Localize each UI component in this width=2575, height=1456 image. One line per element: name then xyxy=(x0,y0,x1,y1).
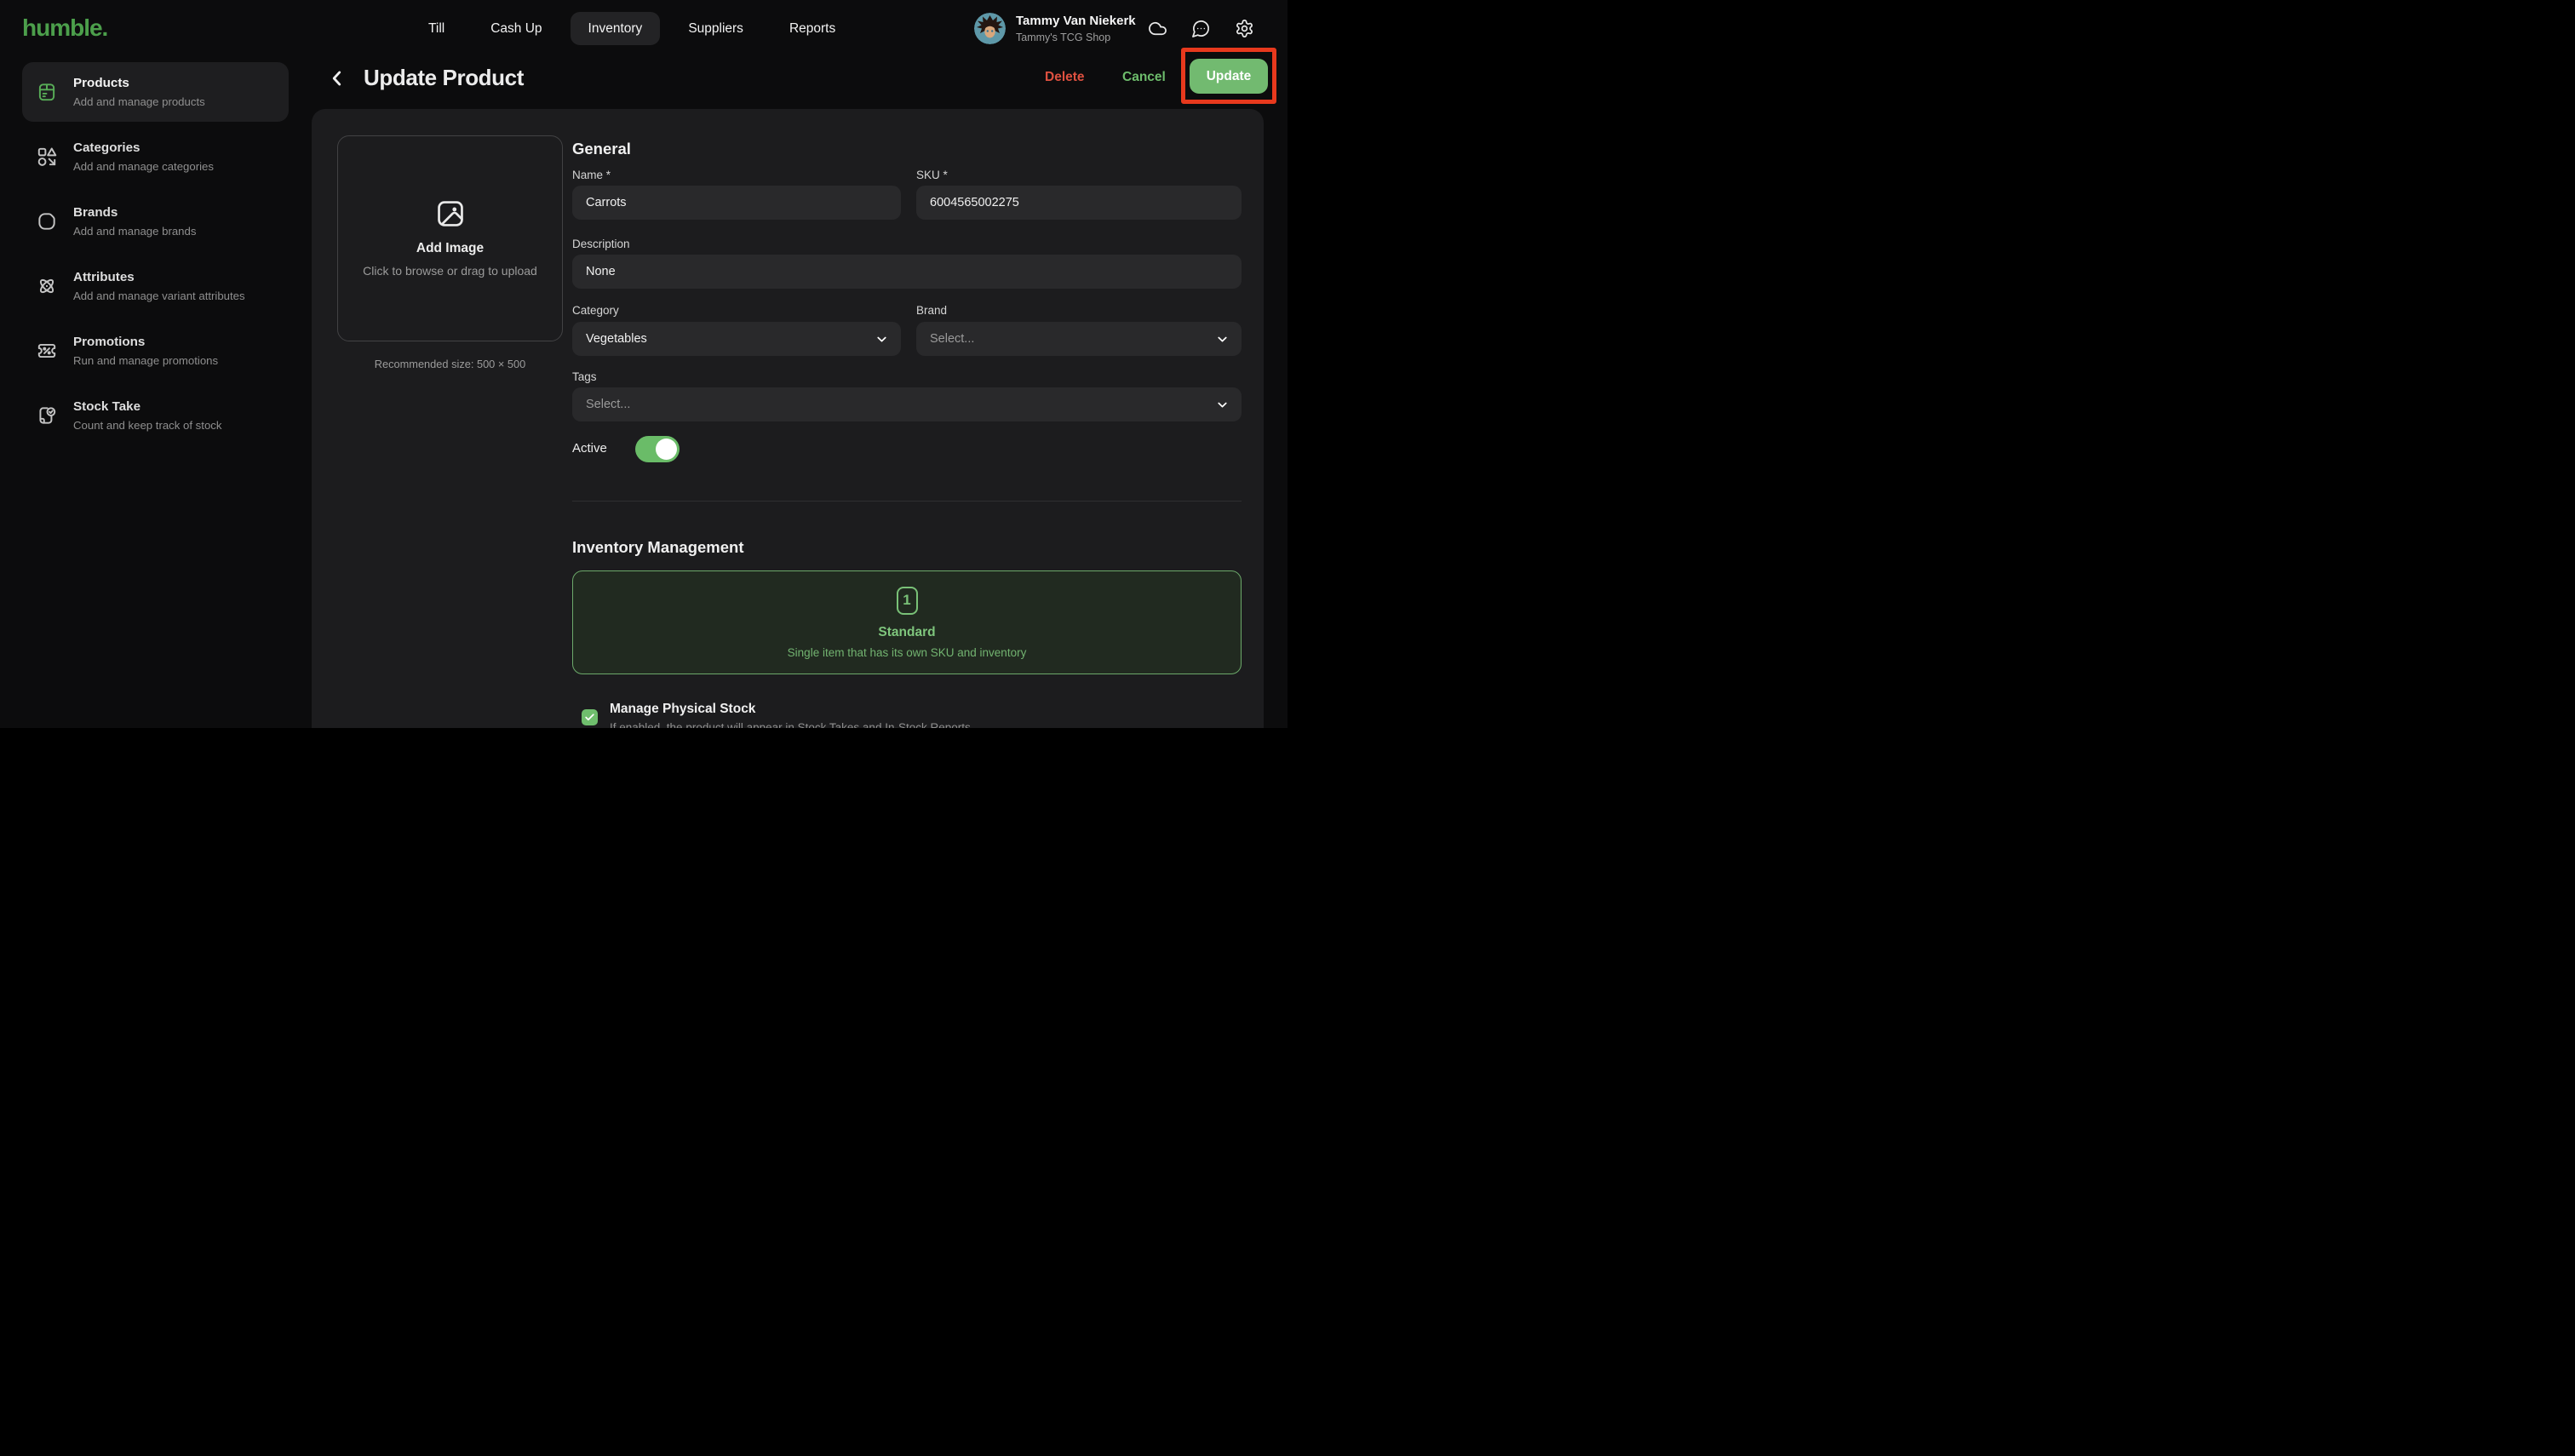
sku-input[interactable] xyxy=(916,186,1242,220)
sidebar-item-subtitle: Add and manage variant attributes xyxy=(73,289,245,303)
sidebar-item-categories[interactable]: Categories Add and manage categories xyxy=(22,127,289,186)
sku-label: SKU * xyxy=(916,169,948,181)
account-text: Tammy Van Niekerk Tammy's TCG Shop xyxy=(1016,14,1136,44)
page-title: Update Product xyxy=(364,65,524,91)
ticket-percent-icon xyxy=(36,340,58,362)
package-icon xyxy=(36,81,58,103)
section-divider xyxy=(572,501,1242,502)
image-upload-dropzone[interactable]: Add Image Click to browse or drag to upl… xyxy=(337,135,563,341)
category-label: Category xyxy=(572,304,619,317)
cloud-sync-icon[interactable] xyxy=(1148,19,1167,38)
account-name: Tammy Van Niekerk xyxy=(1016,14,1136,29)
active-label: Active xyxy=(572,441,607,456)
shapes-icon xyxy=(36,146,58,168)
sidebar-item-brands[interactable]: Brands Add and manage brands xyxy=(22,192,289,251)
nav-inventory[interactable]: Inventory xyxy=(571,12,661,45)
manage-stock-label: Manage Physical Stock xyxy=(610,702,755,717)
nav-till[interactable]: Till xyxy=(410,12,462,45)
name-input[interactable] xyxy=(572,186,901,220)
name-label: Name * xyxy=(572,169,611,181)
tags-select[interactable]: Select... xyxy=(572,387,1242,421)
sidebar-item-subtitle: Run and manage promotions xyxy=(73,353,218,368)
section-heading-inventory: Inventory Management xyxy=(572,538,744,557)
top-nav: Till Cash Up Inventory Suppliers Reports xyxy=(410,12,853,45)
sidebar-item-subtitle: Add and manage categories xyxy=(73,159,214,174)
delete-button[interactable]: Delete xyxy=(1045,70,1085,85)
chevron-down-icon xyxy=(1215,332,1230,347)
upload-size-hint: Recommended size: 500 × 500 xyxy=(337,358,563,370)
back-button[interactable] xyxy=(326,67,348,89)
nav-reports[interactable]: Reports xyxy=(771,12,853,45)
avatar xyxy=(974,13,1006,44)
app-window: humble. Till Cash Up Inventory Suppliers… xyxy=(0,0,1288,728)
update-button[interactable]: Update xyxy=(1190,59,1268,94)
section-heading-general: General xyxy=(572,140,631,158)
description-label: Description xyxy=(572,238,630,250)
settings-gear-icon[interactable] xyxy=(1235,19,1254,38)
sidebar-item-title: Promotions xyxy=(73,334,218,350)
humble-logo[interactable]: humble. xyxy=(22,14,107,42)
account-store: Tammy's TCG Shop xyxy=(1016,31,1136,44)
sidebar: Products Add and manage products Categor… xyxy=(0,58,312,728)
description-input[interactable] xyxy=(572,255,1242,289)
manage-stock-description: If enabled, the product will appear in S… xyxy=(610,721,971,728)
top-icon-group xyxy=(1148,19,1254,38)
badge-icon xyxy=(36,210,58,232)
brand-placeholder: Select... xyxy=(930,332,1215,346)
tags-placeholder: Select... xyxy=(586,398,1215,411)
sidebar-item-title: Attributes xyxy=(73,269,245,285)
brand-select[interactable]: Select... xyxy=(916,322,1242,356)
cancel-button[interactable]: Cancel xyxy=(1122,70,1166,85)
sidebar-item-title: Brands xyxy=(73,204,196,221)
chat-icon[interactable] xyxy=(1191,19,1211,38)
nav-cash-up[interactable]: Cash Up xyxy=(473,12,559,45)
upload-title: Add Image xyxy=(416,241,484,256)
sidebar-item-stock-take[interactable]: Stock Take Count and keep track of stock xyxy=(22,386,289,445)
image-icon xyxy=(434,198,467,230)
chevron-down-icon xyxy=(1215,398,1230,412)
sidebar-item-title: Products xyxy=(73,75,205,91)
clipboard-check-icon xyxy=(36,404,58,427)
sidebar-item-products[interactable]: Products Add and manage products xyxy=(22,62,289,122)
check-icon xyxy=(584,712,595,723)
nav-suppliers[interactable]: Suppliers xyxy=(670,12,761,45)
sidebar-item-subtitle: Add and manage products xyxy=(73,95,205,109)
brand-label: Brand xyxy=(916,304,947,317)
sidebar-item-title: Categories xyxy=(73,140,214,156)
sidebar-item-attributes[interactable]: Attributes Add and manage variant attrib… xyxy=(22,256,289,316)
account-menu[interactable]: Tammy Van Niekerk Tammy's TCG Shop xyxy=(974,13,1136,44)
active-toggle[interactable] xyxy=(635,436,680,462)
sidebar-item-subtitle: Add and manage brands xyxy=(73,224,196,238)
manage-stock-checkbox[interactable] xyxy=(582,709,598,725)
sidebar-item-subtitle: Count and keep track of stock xyxy=(73,418,221,433)
category-value: Vegetables xyxy=(586,332,875,346)
sidebar-item-title: Stock Take xyxy=(73,398,221,415)
update-product-panel: Add Image Click to browse or drag to upl… xyxy=(312,109,1264,728)
sidebar-item-promotions[interactable]: Promotions Run and manage promotions xyxy=(22,321,289,381)
product-type-description: Single item that has its own SKU and inv… xyxy=(788,646,1027,659)
tags-label: Tags xyxy=(572,370,597,383)
toggle-knob xyxy=(656,439,677,460)
upload-subtitle: Click to browse or drag to upload xyxy=(362,262,539,279)
product-type-title: Standard xyxy=(878,625,935,640)
category-select[interactable]: Vegetables xyxy=(572,322,901,356)
product-type-standard-card[interactable]: 1 Standard Single item that has its own … xyxy=(572,570,1242,674)
standard-type-icon: 1 xyxy=(897,587,918,615)
atom-icon xyxy=(36,275,58,297)
chevron-down-icon xyxy=(875,332,889,347)
